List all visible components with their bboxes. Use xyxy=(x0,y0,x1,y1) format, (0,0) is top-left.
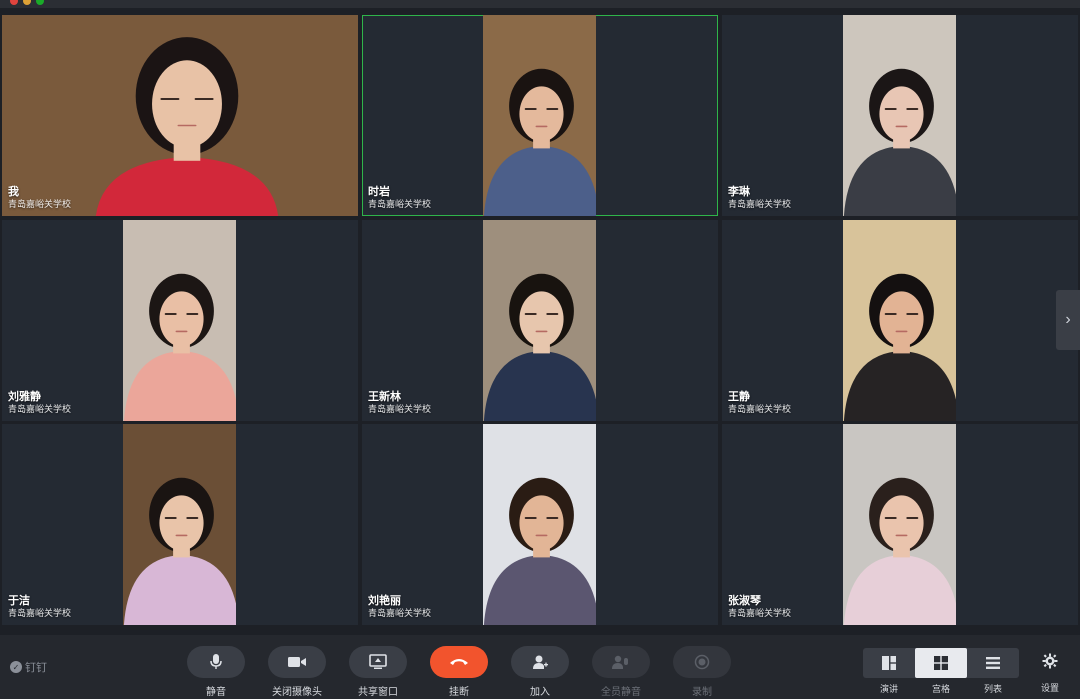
grid-view-icon xyxy=(915,648,967,678)
participant-grid: 我青岛嘉峪关学校 时岩 青岛嘉峪关学校 李琳 青岛嘉峪关学校 刘雅静 青岛嘉峪关学校 王新林青… xyxy=(0,15,1078,625)
hang-up-icon xyxy=(430,646,488,678)
participant-name: 王静 xyxy=(728,391,750,403)
participant-tile[interactable]: 李琳 青岛嘉峪关学校 xyxy=(722,15,1078,216)
dingtalk-logo-icon: ✓ xyxy=(10,661,22,673)
participant-video xyxy=(483,15,596,216)
participant-org: 青岛嘉峪关学校 xyxy=(728,199,792,209)
participant-org: 青岛嘉峪关学校 xyxy=(8,608,72,618)
participant-label: 张淑琴 青岛嘉峪关学校 xyxy=(728,595,791,619)
grid-view-label: 宫格 xyxy=(931,684,950,694)
participant-org: 青岛嘉峪关学校 xyxy=(368,404,432,414)
mute-all-icon xyxy=(592,646,650,678)
list-view-icon xyxy=(967,648,1019,678)
participant-label: 刘艳丽 青岛嘉峪关学校 xyxy=(368,595,431,619)
participant-tile[interactable]: 张淑琴 青岛嘉峪关学校 xyxy=(722,424,1078,625)
participant-tile[interactable]: 刘艳丽 青岛嘉峪关学校 xyxy=(362,424,718,625)
mute-all-button[interactable]: 全员静音 xyxy=(591,646,651,698)
participant-video xyxy=(843,424,956,625)
add-participant-button[interactable]: 加入 xyxy=(510,646,570,698)
maximize-window-icon[interactable] xyxy=(36,0,44,5)
share-screen-icon xyxy=(349,646,407,678)
participant-label: 王静 青岛嘉峪关学校 xyxy=(728,391,791,415)
participant-video xyxy=(483,424,596,625)
participant-org: 青岛嘉峪关学校 xyxy=(368,199,432,209)
record-icon xyxy=(673,646,731,678)
share-window-button[interactable]: 共享窗口 xyxy=(348,646,408,698)
participant-name: 刘艳丽 xyxy=(368,595,401,607)
mute-all-label: 全员静音 xyxy=(601,687,641,698)
mute-label: 静音 xyxy=(206,687,226,698)
participant-org: 青岛嘉峪关学校 xyxy=(368,608,432,618)
participant-video xyxy=(123,424,236,625)
participant-video xyxy=(483,220,596,421)
participant-org: 青岛嘉峪关学校 xyxy=(728,608,792,618)
speaker-view-button[interactable]: 演讲 xyxy=(863,648,915,695)
participant-video xyxy=(843,15,956,216)
participant-label: 王新林 青岛嘉峪关学校 xyxy=(368,391,431,415)
participant-name: 我 xyxy=(8,186,19,198)
camera-off-label: 关闭摄像头 xyxy=(272,687,322,698)
participant-name: 李琳 xyxy=(728,186,750,198)
participant-label: 时岩 青岛嘉峪关学校 xyxy=(368,186,431,210)
participant-video xyxy=(843,220,956,421)
add-person-icon xyxy=(511,646,569,678)
brand-label: 钉钉 xyxy=(25,662,47,674)
participant-tile[interactable]: 刘雅静 青岛嘉峪关学校 xyxy=(2,220,358,421)
participant-name: 时岩 xyxy=(368,186,390,198)
participant-tile[interactable]: 我青岛嘉峪关学校 xyxy=(2,15,358,216)
share-window-label: 共享窗口 xyxy=(358,687,398,698)
list-view-label: 列表 xyxy=(983,684,1002,694)
participant-label: 于洁 青岛嘉峪关学校 xyxy=(8,595,71,619)
participant-name: 张淑琴 xyxy=(728,595,761,607)
gear-icon xyxy=(1042,653,1058,669)
participant-tile[interactable]: 王静 青岛嘉峪关学校 xyxy=(722,220,1078,421)
close-window-icon[interactable] xyxy=(10,0,18,5)
microphone-icon xyxy=(187,646,245,678)
participant-name: 刘雅静 xyxy=(8,391,41,403)
next-page-arrow-icon[interactable]: › xyxy=(1056,290,1080,350)
camera-off-button[interactable]: 关闭摄像头 xyxy=(267,646,327,698)
participant-label: 我青岛嘉峪关学校 xyxy=(8,186,71,210)
mute-button[interactable]: 静音 xyxy=(186,646,246,698)
camera-icon xyxy=(268,646,326,678)
participant-org: 青岛嘉峪关学校 xyxy=(728,404,792,414)
speaker-view-label: 演讲 xyxy=(879,684,898,694)
record-label: 录制 xyxy=(692,687,712,698)
meeting-toolbar: ✓ 钉钉 静音 关闭摄像头 共享窗口 挂断 加入 全员静音 录制 演讲 宫格 列… xyxy=(0,635,1080,699)
grid-view-button[interactable]: 宫格 xyxy=(915,648,967,695)
participant-label: 刘雅静 青岛嘉峪关学校 xyxy=(8,391,71,415)
minimize-window-icon[interactable] xyxy=(23,0,31,5)
participant-name: 于洁 xyxy=(8,595,30,607)
participant-org: 青岛嘉峪关学校 xyxy=(8,199,72,209)
settings-button[interactable]: 设置 xyxy=(1032,653,1068,694)
hang-up-label: 挂断 xyxy=(449,687,469,698)
participant-name: 王新林 xyxy=(368,391,401,403)
list-view-button[interactable]: 列表 xyxy=(967,648,1019,695)
participant-org: 青岛嘉峪关学校 xyxy=(8,404,72,414)
participant-tile[interactable]: 时岩 青岛嘉峪关学校 xyxy=(362,15,718,216)
record-button[interactable]: 录制 xyxy=(672,646,732,698)
window-title-bar xyxy=(0,0,1080,8)
participant-video xyxy=(123,220,236,421)
add-participant-label: 加入 xyxy=(530,687,550,698)
speaker-view-icon xyxy=(863,648,915,678)
participant-tile[interactable]: 王新林 青岛嘉峪关学校 xyxy=(362,220,718,421)
dingtalk-brand: ✓ 钉钉 xyxy=(10,659,47,675)
participant-label: 李琳 青岛嘉峪关学校 xyxy=(728,186,791,210)
settings-label: 设置 xyxy=(1040,683,1059,693)
participant-tile[interactable]: 于洁 青岛嘉峪关学校 xyxy=(2,424,358,625)
hang-up-button[interactable]: 挂断 xyxy=(429,646,489,698)
